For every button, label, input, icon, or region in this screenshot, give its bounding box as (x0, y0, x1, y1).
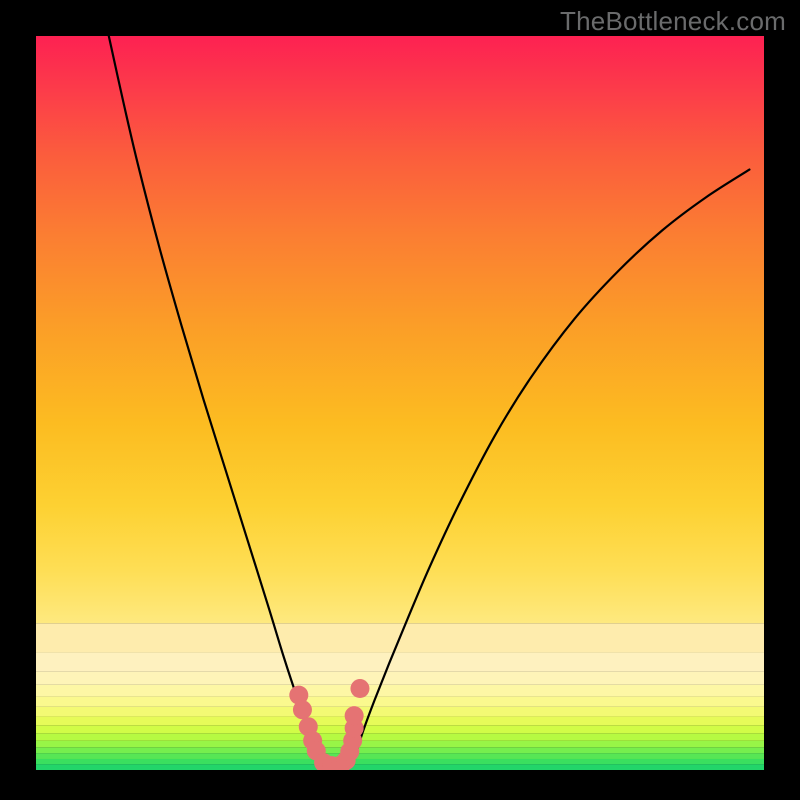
bg-band (36, 741, 764, 748)
bg-band (36, 653, 764, 672)
bg-band (36, 747, 764, 753)
bg-band (36, 753, 764, 759)
chart-stage: TheBottleneck.com (0, 0, 800, 800)
bg-band (36, 36, 764, 623)
bottleneck-chart (0, 0, 800, 800)
bg-band (36, 672, 764, 685)
bg-band (36, 725, 764, 733)
background-bands (36, 36, 764, 770)
overlay-dot (293, 700, 312, 719)
bg-band (36, 685, 764, 697)
bg-band (36, 764, 764, 770)
bg-band (36, 707, 764, 717)
bg-band (36, 697, 764, 707)
overlay-dot (350, 679, 369, 698)
bg-band (36, 759, 764, 764)
bg-band (36, 716, 764, 725)
bg-band (36, 733, 764, 740)
overlay-dot (345, 706, 364, 725)
